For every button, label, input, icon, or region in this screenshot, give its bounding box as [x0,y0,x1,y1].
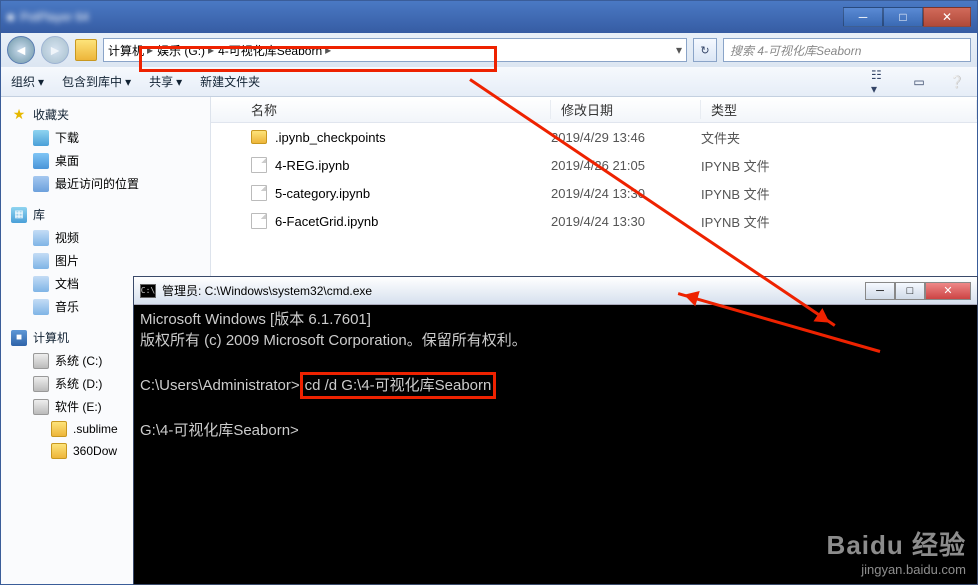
disk-icon [33,399,49,415]
cmd-prompt: G:\4-可视化库Seaborn> [140,422,299,439]
preview-icon[interactable]: ▭ [909,73,929,91]
cmd-prompt: C:\Users\Administrator> [140,377,300,394]
file-row[interactable]: 5-category.ipynb 2019/4/24 13:30IPYNB 文件 [211,179,977,207]
view-icon[interactable]: ☷ ▾ [871,73,891,91]
chevron-down-icon: ▾ [125,75,131,89]
video-icon [33,230,49,246]
library-icon: ▦ [11,207,27,223]
folder-icon [75,39,97,61]
cmd-line: 版权所有 (c) 2009 Microsoft Corporation。保留所有… [140,332,527,349]
col-name[interactable]: 名称 [211,100,551,119]
address-row: ◄ ► 计算机▸ 娱乐 (G:)▸ 4-可视化库Seaborn▸ ▾ ↻ 搜索 … [1,33,977,67]
forward-button[interactable]: ► [41,36,69,64]
desktop-icon [33,153,49,169]
cmd-minimize-button[interactable]: ─ [865,282,895,300]
refresh-button[interactable]: ↻ [693,38,717,62]
file-name: 6-FacetGrid.ipynb [275,214,378,229]
recent-icon [33,176,49,192]
close-button[interactable]: ✕ [923,7,971,27]
download-icon [33,130,49,146]
file-type: IPYNB 文件 [701,184,977,203]
sidebar-item-desktop[interactable]: 桌面 [1,149,210,172]
folder-icon [51,421,67,437]
file-row[interactable]: .ipynb_checkpoints 2019/4/29 13:46文件夹 [211,123,977,151]
cmd-icon: C:\ [140,284,156,298]
column-headers[interactable]: 名称 修改日期 类型 [211,97,977,123]
file-date: 2019/4/24 13:30 [551,186,701,201]
file-type: IPYNB 文件 [701,156,977,175]
file-name: .ipynb_checkpoints [275,130,386,145]
file-icon [251,213,267,229]
new-folder-button[interactable]: 新建文件夹 [200,73,260,90]
explorer-titlebar[interactable]: ■PotPlayer 64 ─ □ ✕ [1,1,977,33]
cmd-maximize-button[interactable]: □ [895,282,925,300]
computer-icon: ■ [11,330,27,346]
cmd-close-button[interactable]: ✕ [925,282,971,300]
address-bar[interactable]: 计算机▸ 娱乐 (G:)▸ 4-可视化库Seaborn▸ ▾ [103,38,687,62]
folder-icon [51,443,67,459]
file-date: 2019/4/26 21:05 [551,158,701,173]
breadcrumb-item: 娱乐 (G:)▸ [157,42,214,59]
sidebar-item-pictures[interactable]: 图片 [1,249,210,272]
chevron-down-icon: ▾ [176,75,182,89]
sidebar-item-downloads[interactable]: 下载 [1,126,210,149]
sidebar-favorites[interactable]: ★收藏夹 [1,103,210,126]
disk-icon [33,353,49,369]
search-input[interactable]: 搜索 4-可视化库Seaborn [723,38,971,62]
file-type: 文件夹 [701,128,977,147]
include-library-button[interactable]: 包含到库中 ▾ [62,73,131,90]
cmd-titlebar[interactable]: C:\ 管理员: C:\Windows\system32\cmd.exe ─ □… [134,277,977,305]
back-button[interactable]: ◄ [7,36,35,64]
file-icon [251,185,267,201]
share-button[interactable]: 共享 ▾ [149,73,182,90]
help-icon[interactable]: ❔ [947,73,967,91]
breadcrumb-item: 4-可视化库Seaborn▸ [218,42,331,59]
minimize-button[interactable]: ─ [843,7,883,27]
cmd-title-text: 管理员: C:\Windows\system32\cmd.exe [162,282,859,299]
col-type[interactable]: 类型 [701,100,977,119]
document-icon [33,276,49,292]
dropdown-icon[interactable]: ▾ [676,43,682,57]
star-icon: ★ [11,107,27,123]
maximize-button[interactable]: □ [883,7,923,27]
file-name: 4-REG.ipynb [275,158,349,173]
col-date[interactable]: 修改日期 [551,100,701,119]
cmd-body[interactable]: Microsoft Windows [版本 6.1.7601] 版权所有 (c)… [134,305,977,584]
file-name: 5-category.ipynb [275,186,370,201]
file-date: 2019/4/29 13:46 [551,130,701,145]
file-icon [251,157,267,173]
sidebar-item-recent[interactable]: 最近访问的位置 [1,172,210,195]
picture-icon [33,253,49,269]
file-type: IPYNB 文件 [701,212,977,231]
cmd-window: C:\ 管理员: C:\Windows\system32\cmd.exe ─ □… [133,276,978,585]
cmd-command-highlight: cd /d G:\4-可视化库Seaborn [300,372,497,399]
breadcrumb-item: 计算机▸ [108,42,153,59]
organize-button[interactable]: 组织 ▾ [11,73,44,90]
file-row[interactable]: 6-FacetGrid.ipynb2019/4/24 13:30IPYNB 文件 [211,207,977,235]
disk-icon [33,376,49,392]
cmd-line: Microsoft Windows [版本 6.1.7601] [140,311,371,328]
music-icon [33,299,49,315]
sidebar-libraries[interactable]: ▦库 [1,203,210,226]
chevron-down-icon: ▾ [38,75,44,89]
folder-icon [251,130,267,144]
sidebar-item-videos[interactable]: 视频 [1,226,210,249]
